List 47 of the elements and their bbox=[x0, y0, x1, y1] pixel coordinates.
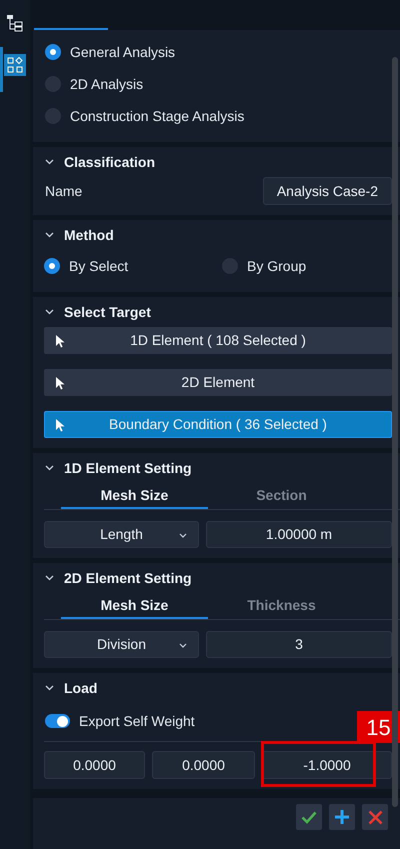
setting-tab[interactable]: Mesh Size bbox=[61, 483, 208, 509]
grid-icon[interactable] bbox=[4, 54, 26, 76]
section-title: Select Target bbox=[64, 302, 151, 322]
section-title: Load bbox=[64, 678, 98, 698]
scrollbar[interactable] bbox=[392, 57, 398, 807]
load-field[interactable]: -1.0000 bbox=[262, 751, 392, 779]
cursor-icon bbox=[55, 376, 65, 390]
field-label: Name bbox=[45, 182, 82, 200]
chevron-icon[interactable] bbox=[45, 309, 54, 315]
tree-icon[interactable] bbox=[6, 14, 24, 32]
select-target-button[interactable]: 1D Element ( 108 Selected ) bbox=[44, 327, 392, 354]
plus-icon bbox=[334, 809, 350, 825]
select-target-button[interactable]: Boundary Condition ( 36 Selected ) bbox=[44, 411, 392, 438]
load-field[interactable]: 0.0000 bbox=[44, 751, 145, 779]
action-button[interactable] bbox=[296, 804, 322, 830]
chevron-icon[interactable] bbox=[45, 159, 54, 165]
chevron-icon[interactable] bbox=[45, 232, 54, 238]
chevron-icon bbox=[179, 643, 187, 648]
action-button[interactable] bbox=[329, 804, 355, 830]
section-title: Classification bbox=[64, 152, 156, 172]
close-icon bbox=[368, 810, 382, 824]
cursor-icon bbox=[55, 334, 65, 348]
chevron-icon[interactable] bbox=[45, 465, 54, 471]
setting-tab[interactable]: Thickness bbox=[208, 593, 355, 619]
section-title: Method bbox=[64, 226, 114, 244]
chevron-icon[interactable] bbox=[45, 575, 54, 581]
setting-tab[interactable]: Mesh Size bbox=[61, 593, 208, 619]
section-title: 1D Element Setting bbox=[64, 458, 192, 478]
radio-option[interactable]: By Select bbox=[44, 250, 128, 282]
toggle-switch[interactable] bbox=[45, 714, 70, 728]
radio-option[interactable]: By Group bbox=[222, 250, 306, 282]
value-field[interactable]: 1.00000 m bbox=[206, 521, 392, 548]
cursor-icon bbox=[55, 418, 65, 432]
toggle-label: Export Self Weight bbox=[79, 712, 195, 731]
dropdown[interactable]: Division bbox=[44, 631, 199, 658]
value-field[interactable]: 3 bbox=[206, 631, 392, 658]
check-icon bbox=[301, 810, 317, 824]
section-title: 2D Element Setting bbox=[64, 568, 192, 588]
select-target-button[interactable]: 2D Element bbox=[44, 369, 392, 396]
name-field[interactable]: Analysis Case-2 bbox=[262, 177, 392, 205]
chevron-icon bbox=[179, 533, 187, 538]
setting-tab[interactable]: Section bbox=[208, 483, 355, 509]
active-indicator bbox=[0, 47, 3, 92]
dropdown[interactable]: Length bbox=[44, 521, 199, 548]
chevron-icon[interactable] bbox=[45, 685, 54, 691]
action-button[interactable] bbox=[362, 804, 388, 830]
load-field[interactable]: 0.0000 bbox=[152, 751, 255, 779]
